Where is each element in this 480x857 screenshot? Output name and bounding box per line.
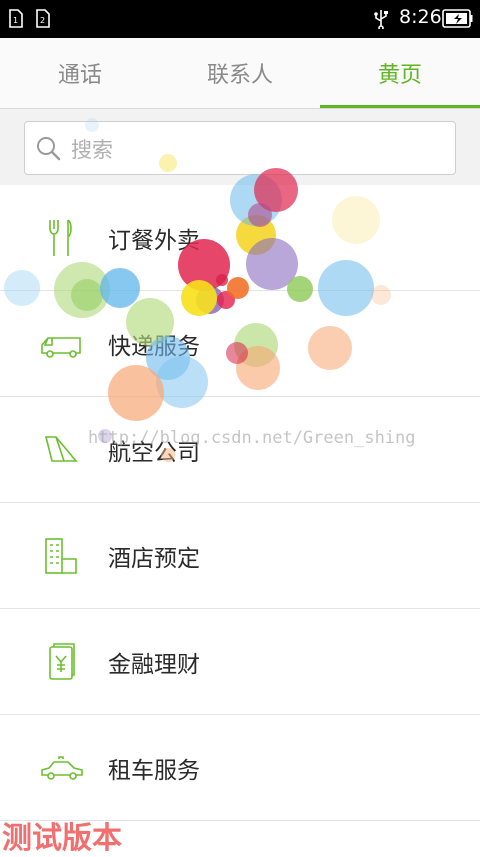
hotel-building-icon xyxy=(45,538,77,574)
list-item-label: 租车服务 xyxy=(108,758,200,784)
svg-text:1: 1 xyxy=(13,16,18,25)
clock: 8:26 xyxy=(399,6,442,28)
airplane-tail-icon xyxy=(44,436,78,462)
list-item-car-rental[interactable]: 租车服务 xyxy=(0,715,480,821)
tab-yellow-pages[interactable]: 黄页 xyxy=(320,38,480,108)
car-icon xyxy=(41,756,83,780)
list-item-label: 酒店预定 xyxy=(108,546,200,572)
list-item-airlines[interactable]: 航空公司 xyxy=(0,397,480,503)
battery-icon xyxy=(442,9,473,28)
active-tab-indicator xyxy=(320,105,480,108)
list-item-label: 金融理财 xyxy=(108,652,200,678)
category-list: 订餐外卖 快递服务 航空公司 酒店预定 金融理财 租车服务 xyxy=(0,185,480,821)
sim2-icon: 2 xyxy=(36,9,50,28)
search-icon xyxy=(37,137,61,161)
list-item-finance[interactable]: 金融理财 xyxy=(0,609,480,715)
list-item-label: 订餐外卖 xyxy=(108,228,200,254)
tab-contacts[interactable]: 联系人 xyxy=(160,38,320,108)
svg-text:2: 2 xyxy=(40,16,45,25)
search-placeholder: 搜索 xyxy=(71,138,113,162)
sim1-icon: 1 xyxy=(9,9,23,28)
search-area: 搜索 xyxy=(0,109,480,185)
tab-bar: 通话 联系人 黄页 xyxy=(0,38,480,109)
usb-icon xyxy=(374,10,388,29)
list-item-hotel[interactable]: 酒店预定 xyxy=(0,503,480,609)
status-bar: 1 2 8:26 xyxy=(0,0,480,38)
list-item-food-delivery[interactable]: 订餐外卖 xyxy=(0,185,480,291)
watermark-url: http://blog.csdn.net/Green_shing xyxy=(88,428,416,448)
list-item-express[interactable]: 快递服务 xyxy=(0,291,480,397)
search-input[interactable]: 搜索 xyxy=(24,121,456,175)
delivery-van-icon xyxy=(41,337,81,358)
test-version-label: 测试版本 xyxy=(2,821,122,856)
list-item-label: 快递服务 xyxy=(108,334,200,360)
fork-knife-icon xyxy=(49,219,72,256)
yuan-card-icon xyxy=(49,643,75,680)
tab-calls[interactable]: 通话 xyxy=(0,38,160,108)
